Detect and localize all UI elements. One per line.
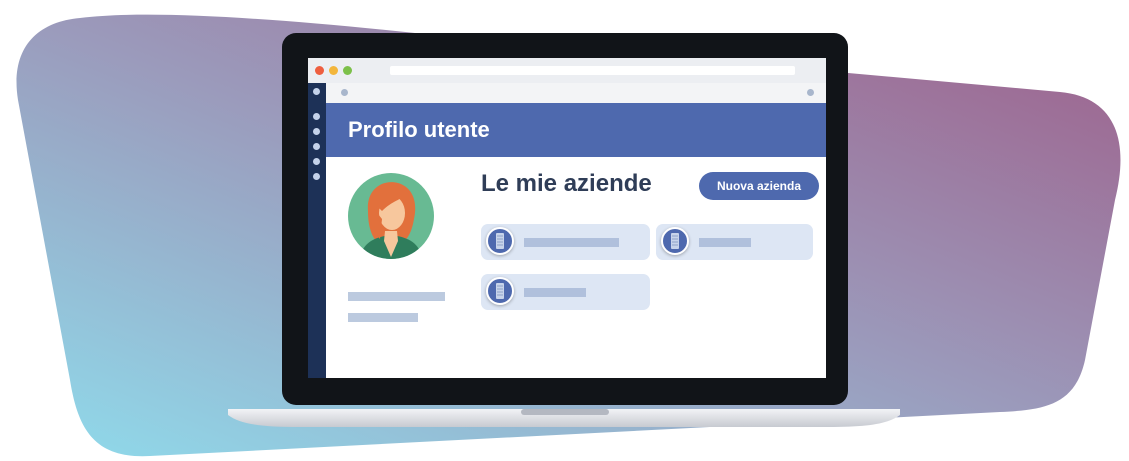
sidebar-item-4[interactable] [313,143,320,150]
back-icon[interactable] [341,89,348,96]
sidebar [308,83,326,378]
laptop-base [228,409,900,427]
company-card[interactable] [481,224,650,260]
new-company-button[interactable]: Nuova azienda [699,172,819,200]
company-card[interactable] [481,274,650,310]
minimize-window-button[interactable] [329,66,338,75]
user-avatar-woman-icon [348,173,434,259]
company-name-placeholder [699,238,751,247]
sidebar-item-1[interactable] [313,88,320,95]
app-screen: Profilo utente Le mie aziende Nuova azie… [308,58,826,378]
sidebar-item-2[interactable] [313,113,320,120]
menu-icon[interactable] [807,89,814,96]
building-icon [661,227,689,255]
building-icon [486,227,514,255]
page-title: Profilo utente [348,117,490,142]
sidebar-item-3[interactable] [313,128,320,135]
user-name-placeholder [348,292,445,301]
section-title: Le mie aziende [481,170,652,197]
browser-titlebar [308,58,826,83]
company-name-placeholder [524,238,619,247]
page-header: Profilo utente [326,103,826,157]
user-email-placeholder [348,313,418,322]
sidebar-item-6[interactable] [313,173,320,180]
building-icon [486,277,514,305]
sidebar-item-5[interactable] [313,158,320,165]
maximize-window-button[interactable] [343,66,352,75]
browser-toolbar [308,83,826,104]
company-card[interactable] [656,224,813,260]
close-window-button[interactable] [315,66,324,75]
address-bar[interactable] [390,66,795,75]
company-name-placeholder [524,288,586,297]
